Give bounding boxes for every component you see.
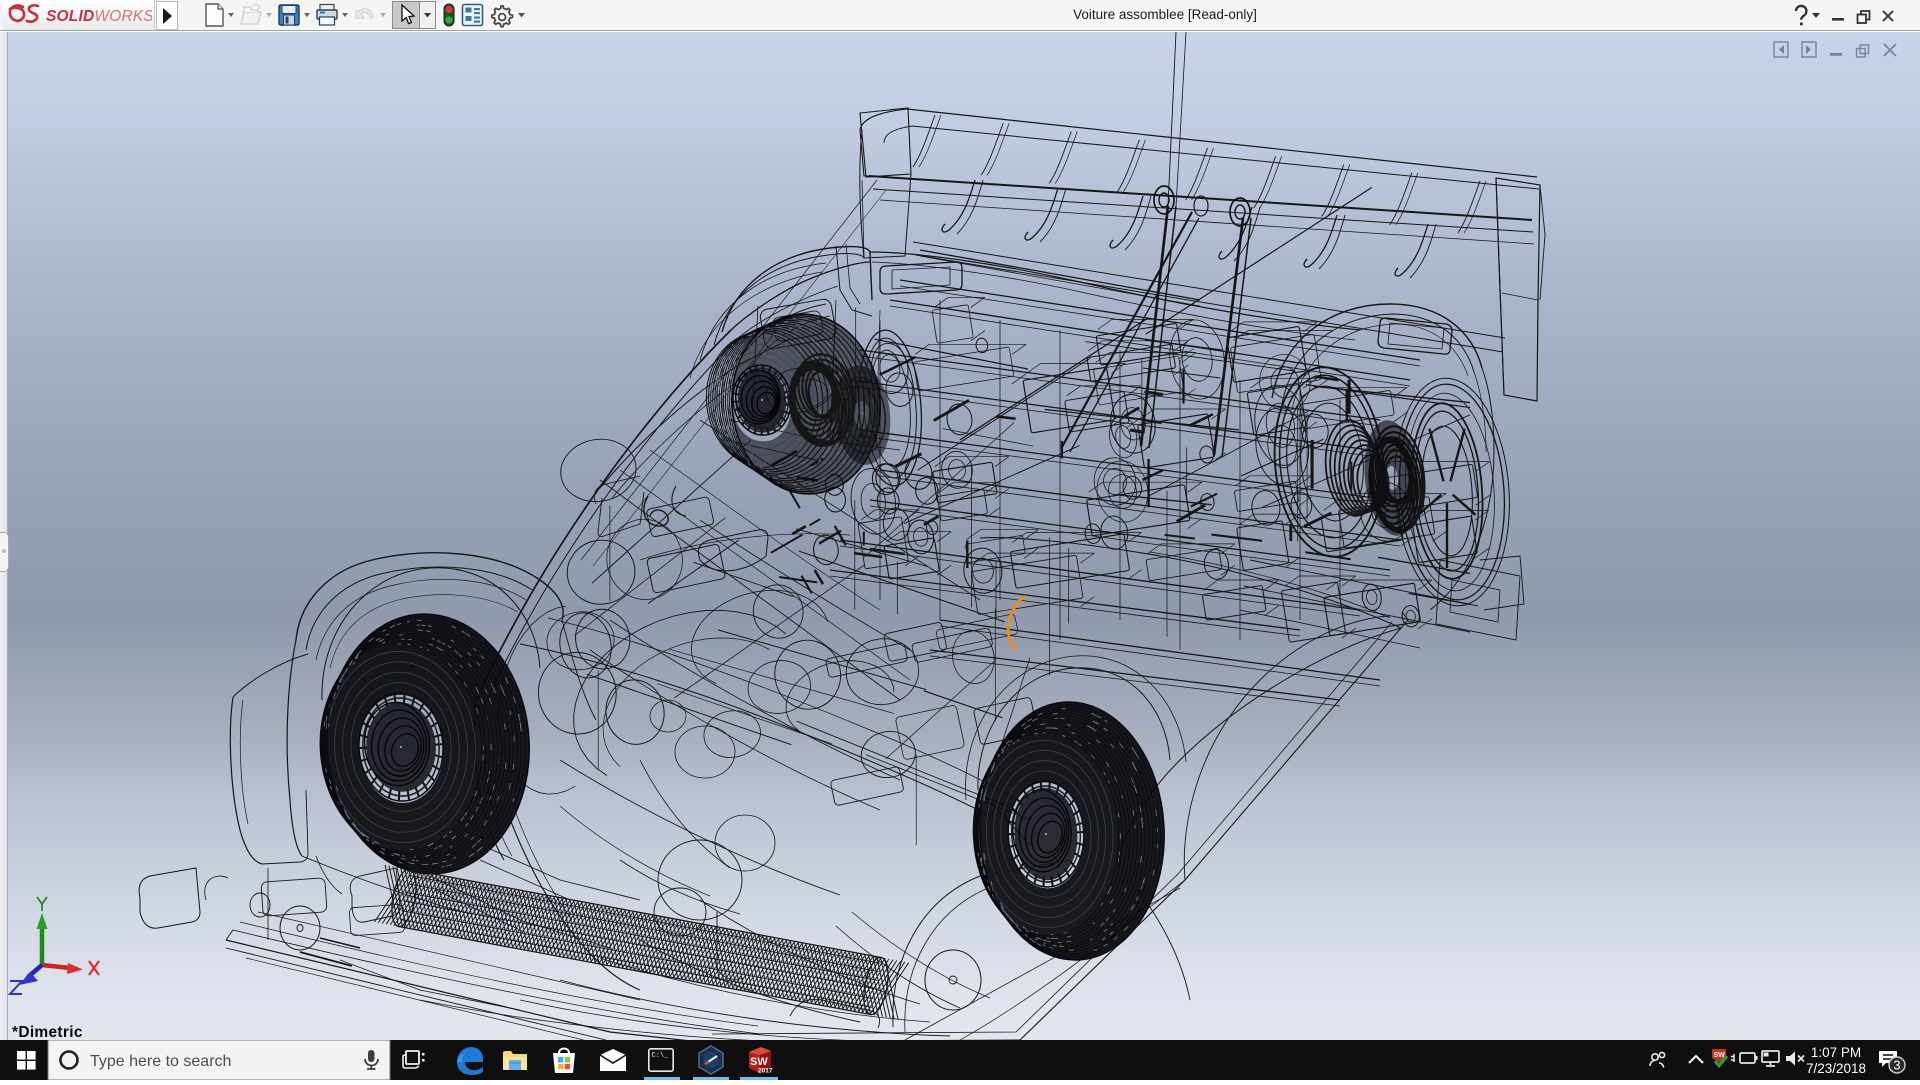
- svg-text:7/23/2018: 7/23/2018: [1806, 1061, 1866, 1076]
- svg-text:SOLIDWORKS: SOLIDWORKS: [46, 8, 152, 25]
- svg-text:3: 3: [1894, 1059, 1901, 1073]
- svg-text:SW: SW: [750, 1056, 768, 1068]
- svg-text:Type here to search: Type here to search: [90, 1053, 231, 1070]
- svg-text:1:07 PM: 1:07 PM: [1811, 1045, 1861, 1060]
- svg-text:2017: 2017: [758, 1068, 773, 1075]
- svg-text:C:\_: C:\_: [652, 1052, 670, 1060]
